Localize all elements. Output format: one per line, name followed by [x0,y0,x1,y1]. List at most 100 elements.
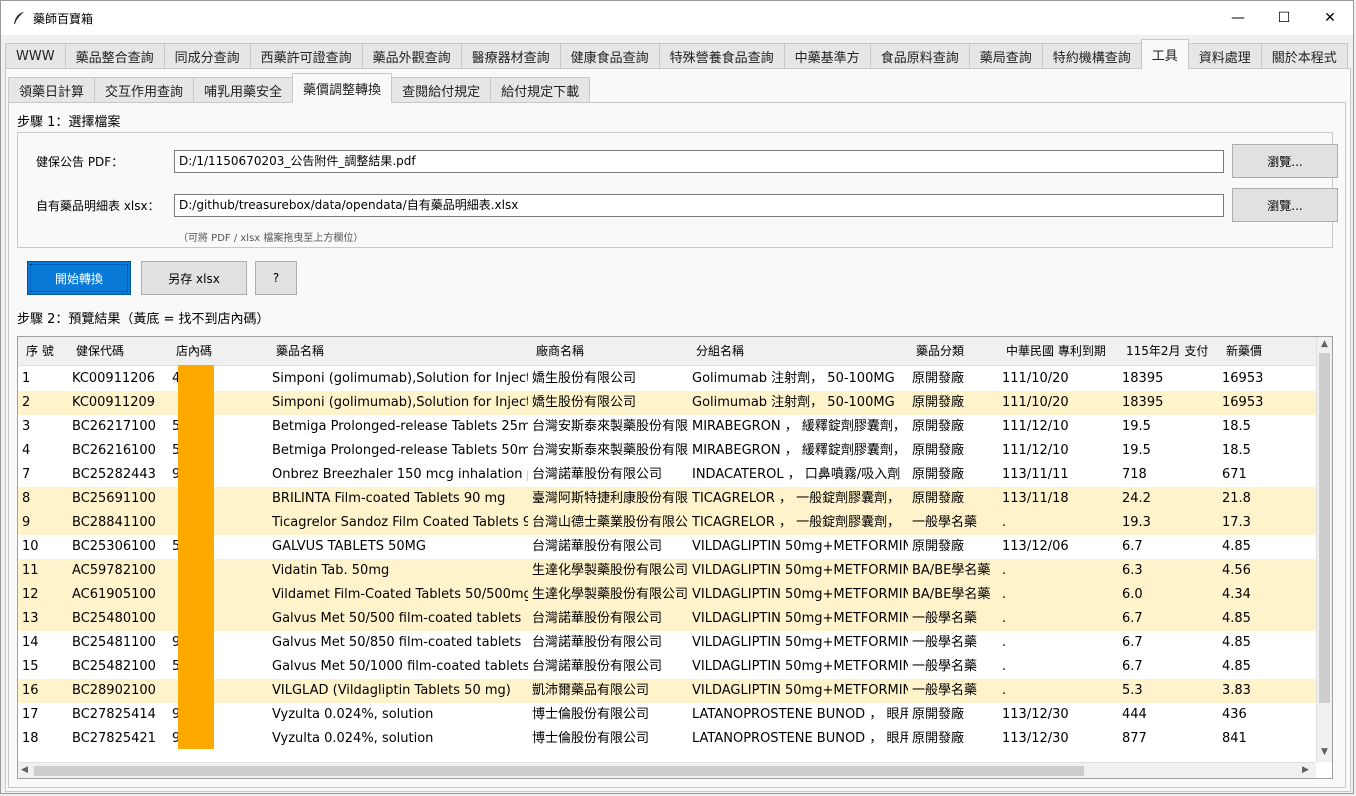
column-header[interactable]: 廠商名稱 [528,337,688,365]
tab-chinese-medicine[interactable]: 中藥基準方 [783,43,871,69]
cell-vendor: 台灣諾華股份有限公司 [532,467,663,482]
vertical-scroll-thumb[interactable] [1319,353,1330,703]
column-header[interactable]: 序 號 [18,337,68,365]
cell-seq: 7 [22,467,31,482]
cell-vendor: 台灣諾華股份有限公司 [532,611,663,626]
cell-vendor: 台灣諾華股份有限公司 [532,635,663,650]
column-header[interactable]: 中華民國 專利到期 [998,337,1118,365]
cell-price: 6.0 [1122,587,1143,602]
cell-seq: 1 [22,371,31,386]
tab-about[interactable]: 關於本程式 [1260,43,1348,69]
tab-license[interactable]: 西藥許可證查詢 [249,43,363,69]
tab-medical-device[interactable]: 醫療器材查詢 [460,43,561,69]
cell-seq: 16 [22,683,39,698]
tab-lactation[interactable]: 哺乳用藥安全 [193,77,294,103]
cell-group: VILDAGLIPTIN 50mg+METFORMIN [692,539,908,554]
tab-tools[interactable]: 工具 [1140,39,1189,69]
column-header[interactable]: 分組名稱 [688,337,908,365]
cell-price: 6.3 [1122,563,1143,578]
cell-code: BC28841100 [72,515,156,530]
tab-special-nutrition[interactable]: 特殊營養食品查詢 [658,43,785,69]
column-header[interactable]: 店內碼 [168,337,268,365]
cell-name: Betmiga Prolonged-release Tablets 50mg [272,443,528,458]
cell-name: Vildamet Film-Coated Tablets 50/500mg [272,587,528,602]
cell-date: 113/11/11 [1002,467,1069,482]
cell-price: 718 [1122,467,1147,482]
cell-group: MIRABEGRON ， 緩釋錠劑膠囊劑， [692,419,906,434]
cell-price: 6.7 [1122,611,1143,626]
maximize-button[interactable]: ☐ [1261,1,1307,35]
scroll-left-icon[interactable]: ◀ [21,765,28,775]
window-title: 藥師百寶箱 [33,11,94,26]
cell-group: INDACATEROL ， 口鼻噴霧/吸入劑 [692,467,901,482]
cell-seq: 10 [22,539,39,554]
tab-payment-rules[interactable]: 查閱給付規定 [391,77,492,103]
cell-date: . [1002,635,1007,650]
xlsx-label: 自有藥品明細表 xlsx： [36,199,160,213]
close-button[interactable]: ✕ [1307,1,1353,35]
pdf-browse-button[interactable]: 瀏覽... [1232,144,1338,178]
horizontal-scroll-thumb[interactable] [34,766,1084,776]
cell-new: 436 [1222,707,1247,722]
cell-vendor: 台灣諾華股份有限公司 [532,659,663,674]
tab-same-ingredient[interactable]: 同成分查詢 [163,43,251,69]
cell-cat: 原開發廠 [912,395,965,410]
cell-seq: 15 [22,659,39,674]
cell-cat: 一般學名藥 [912,683,978,698]
cell-vendor: 凱沛爾藥品有限公司 [532,683,650,698]
feather-icon [11,10,27,26]
tab-price-adjust[interactable]: 藥價調整轉換 [292,73,393,103]
cell-date: 111/12/10 [1002,443,1069,458]
column-header[interactable]: 藥品分類 [908,337,998,365]
tab-dispense-date[interactable]: 領藥日計算 [8,77,96,103]
xlsx-path-input[interactable]: D:/github/treasurebox/data/opendata/自有藥品… [174,194,1224,217]
pdf-path-input[interactable]: D:/1/1150670203_公告附件_調整結果.pdf [174,150,1224,173]
cell-new: 3.83 [1222,683,1251,698]
cell-code: BC27825414 [72,707,156,722]
save-xlsx-button[interactable]: 另存 xlsx [141,261,247,295]
cell-code: BC25482100 [72,659,156,674]
tab-data-processing[interactable]: 資料處理 [1187,43,1262,69]
column-header[interactable]: 健保代碼 [68,337,168,365]
minimize-button[interactable]: — [1215,1,1261,35]
horizontal-scrollbar[interactable]: ◀ ▶ [18,762,1316,778]
tab-appearance[interactable]: 藥品外觀查詢 [361,43,462,69]
cell-new: 16953 [1222,395,1264,410]
cell-group: VILDAGLIPTIN 50mg+METFORMIN [692,563,908,578]
column-header[interactable]: 藥品名稱 [268,337,528,365]
xlsx-browse-button[interactable]: 瀏覽... [1232,188,1338,222]
cell-code: AC59782100 [72,563,156,578]
vertical-scrollbar[interactable]: ▲ ▼ [1316,337,1332,762]
scroll-down-icon[interactable]: ▼ [1321,747,1328,757]
column-header[interactable]: 115年2月 支付 [1118,337,1218,365]
cell-group: VILDAGLIPTIN 50mg+METFORMIN [692,611,908,626]
cell-name: Vidatin Tab. 50mg [272,563,390,578]
cell-new: 4.85 [1222,635,1251,650]
tab-food-ingredient[interactable]: 食品原料查詢 [869,43,970,69]
tab-interaction[interactable]: 交互作用查詢 [94,77,195,103]
cell-new: 4.85 [1222,659,1251,674]
tab-www[interactable]: WWW [5,43,66,69]
cell-name: BRILINTA Film-coated Tablets 90 mg [272,491,506,506]
scroll-right-icon[interactable]: ▶ [1302,765,1309,775]
start-convert-button[interactable]: 開始轉換 [27,261,131,295]
column-header[interactable]: 新藥價 [1218,337,1298,365]
app-window: 藥師百寶箱 — ☐ ✕ WWW 藥品整合查詢 同成分查詢 西藥許可證查詢 藥品外… [0,0,1354,794]
tab-contract-institution[interactable]: 特約機構查詢 [1041,43,1142,69]
tab-pharmacy[interactable]: 藥局查詢 [968,43,1043,69]
cell-code: BC25691100 [72,491,156,506]
tab-drug-integrated[interactable]: 藥品整合查詢 [64,43,165,69]
cell-vendor: 臺灣阿斯特捷利康股份有限 [532,491,688,506]
cell-new: 16953 [1222,371,1264,386]
cell-cat: BA/BE學名藥 [912,563,991,578]
cell-group: LATANOPROSTENE BUNOD ， 眼用 [692,707,908,722]
cell-new: 17.3 [1222,515,1251,530]
cell-date: . [1002,515,1007,530]
tab-rules-download[interactable]: 給付規定下載 [490,77,591,103]
cell-cat: 一般學名藥 [912,611,978,626]
cell-code: BC25282443 [72,467,156,482]
scroll-up-icon[interactable]: ▲ [1321,339,1328,349]
tab-health-food[interactable]: 健康食品查詢 [559,43,660,69]
cell-date: . [1002,659,1007,674]
help-button[interactable]: ? [255,261,297,295]
